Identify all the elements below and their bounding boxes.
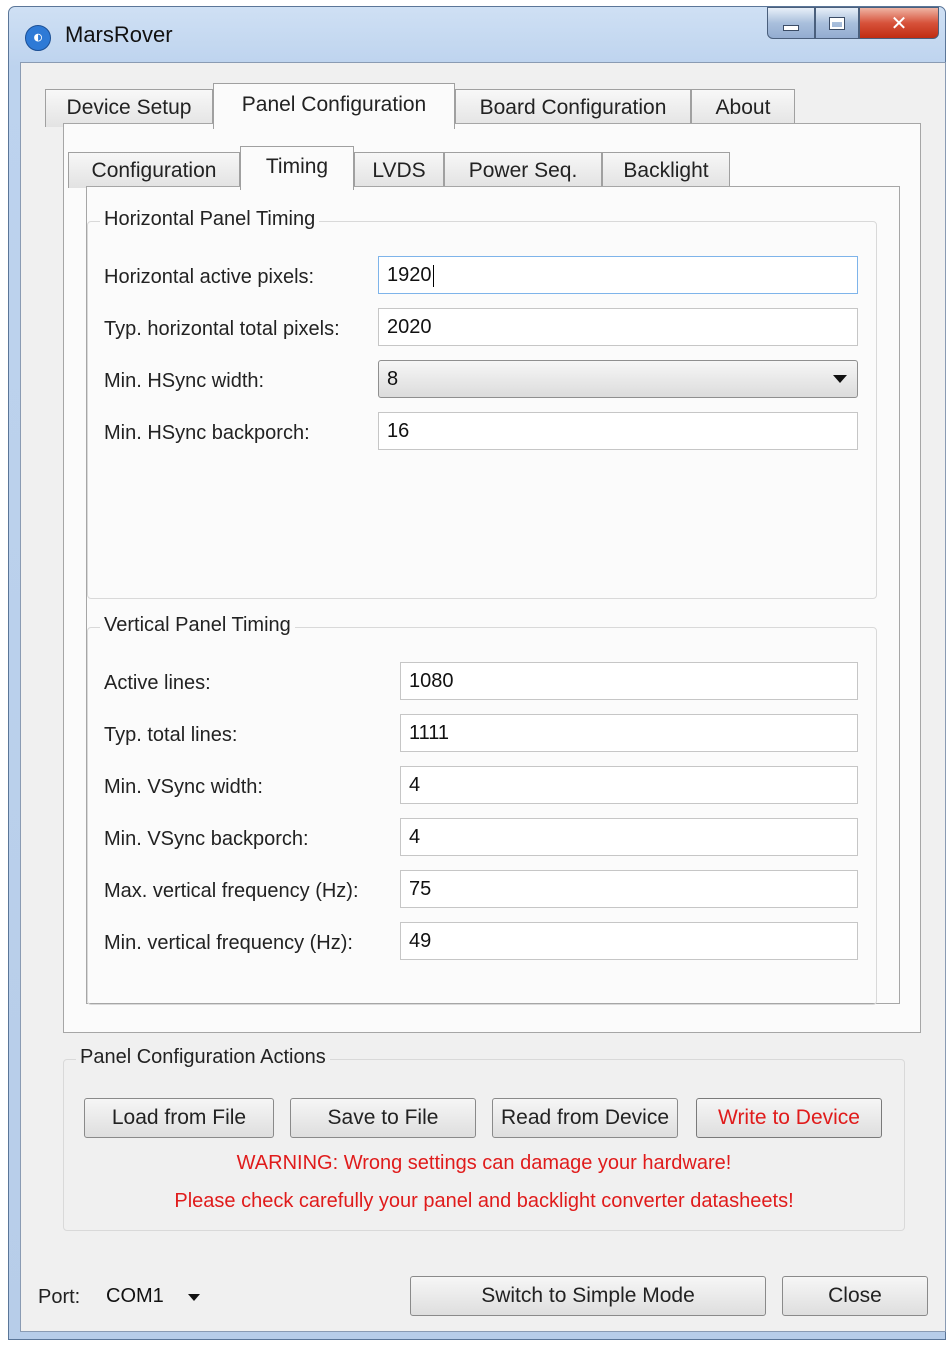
- tab-board-configuration[interactable]: Board Configuration: [455, 89, 691, 127]
- title-bar[interactable]: ◐ MarsRover ✕: [9, 7, 945, 65]
- hsync-backporch-label: Min. HSync backporch:: [104, 422, 310, 444]
- horizontal-active-pixels-input[interactable]: 1920: [378, 256, 858, 294]
- vsync-width-label: Min. VSync width:: [104, 776, 263, 798]
- warning-text: WARNING: Wrong settings can damage your …: [236, 1152, 732, 1174]
- total-lines-input[interactable]: 1111: [400, 714, 858, 752]
- read-from-device-button[interactable]: Read from Device: [492, 1098, 678, 1138]
- port-select[interactable]: COM1: [100, 1277, 208, 1317]
- max-vertical-frequency-label: Max. vertical frequency (Hz):: [104, 880, 359, 902]
- panel-actions-group: Panel Configuration Actions Load from Fi…: [63, 1046, 905, 1231]
- minimize-icon: [783, 25, 799, 31]
- panel-actions-title: Panel Configuration Actions: [76, 1046, 330, 1069]
- close-icon: ✕: [890, 11, 908, 35]
- vsync-width-input[interactable]: 4: [400, 766, 858, 804]
- hsync-width-select[interactable]: 8: [378, 360, 858, 398]
- datasheet-warning-text: Please check carefully your panel and ba…: [174, 1190, 794, 1212]
- total-lines-label: Typ. total lines:: [104, 724, 238, 746]
- minimize-button[interactable]: [767, 7, 815, 39]
- horizontal-timing-title: Horizontal Panel Timing: [100, 208, 320, 231]
- timing-page: Horizontal Panel Timing Horizontal activ…: [86, 186, 900, 1005]
- text-caret: [432, 264, 434, 287]
- tab-configuration[interactable]: Configuration: [68, 152, 240, 188]
- tab-device-setup[interactable]: Device Setup: [45, 89, 213, 127]
- dropdown-arrow-icon: [833, 375, 847, 383]
- vsync-backporch-input[interactable]: 4: [400, 818, 858, 856]
- active-lines-input[interactable]: 1080: [400, 662, 858, 700]
- vsync-backporch-label: Min. VSync backporch:: [104, 828, 309, 850]
- hsync-backporch-input[interactable]: 16: [378, 412, 858, 450]
- port-label: Port:: [38, 1286, 81, 1308]
- app-logo-icon: ◐: [25, 25, 51, 51]
- client-area: Device Setup Panel Configuration Board C…: [20, 62, 946, 1332]
- window-title: MarsRover: [65, 22, 173, 47]
- vertical-timing-title: Vertical Panel Timing: [100, 614, 295, 637]
- maximize-button[interactable]: [815, 7, 859, 39]
- switch-to-simple-mode-button[interactable]: Switch to Simple Mode: [410, 1276, 766, 1316]
- hsync-width-label: Min. HSync width:: [104, 370, 265, 392]
- active-lines-label: Active lines:: [104, 672, 211, 694]
- horizontal-timing-group: Horizontal Panel Timing Horizontal activ…: [87, 208, 877, 599]
- maximize-icon: [829, 16, 845, 30]
- port-value: COM1: [106, 1285, 164, 1307]
- panel-configuration-page: Configuration Timing LVDS Power Seq. Bac…: [63, 123, 921, 1033]
- min-vertical-frequency-input[interactable]: 49: [400, 922, 858, 960]
- save-to-file-button[interactable]: Save to File: [290, 1098, 476, 1138]
- tab-about[interactable]: About: [691, 89, 795, 127]
- vertical-timing-group: Vertical Panel Timing Active lines: 1080…: [87, 614, 877, 1005]
- close-window-button[interactable]: ✕: [859, 7, 939, 39]
- write-to-device-button[interactable]: Write to Device: [696, 1098, 882, 1138]
- dropdown-arrow-icon: [188, 1294, 200, 1301]
- min-vertical-frequency-label: Min. vertical frequency (Hz):: [104, 932, 353, 954]
- horizontal-active-pixels-label: Horizontal active pixels:: [104, 266, 315, 288]
- horizontal-total-pixels-label: Typ. horizontal total pixels:: [104, 318, 340, 340]
- horizontal-total-pixels-input[interactable]: 2020: [378, 308, 858, 346]
- tab-timing[interactable]: Timing: [240, 146, 354, 190]
- caption-buttons: ✕: [767, 7, 939, 41]
- tab-lvds[interactable]: LVDS: [354, 152, 444, 188]
- tab-backlight[interactable]: Backlight: [602, 152, 730, 188]
- close-button[interactable]: Close: [782, 1276, 928, 1316]
- load-from-file-button[interactable]: Load from File: [84, 1098, 274, 1138]
- max-vertical-frequency-input[interactable]: 75: [400, 870, 858, 908]
- hsync-width-value: 8: [387, 368, 399, 390]
- horizontal-active-pixels-value: 1920: [387, 264, 432, 286]
- tab-power-seq[interactable]: Power Seq.: [444, 152, 602, 188]
- tab-panel-configuration[interactable]: Panel Configuration: [213, 83, 455, 129]
